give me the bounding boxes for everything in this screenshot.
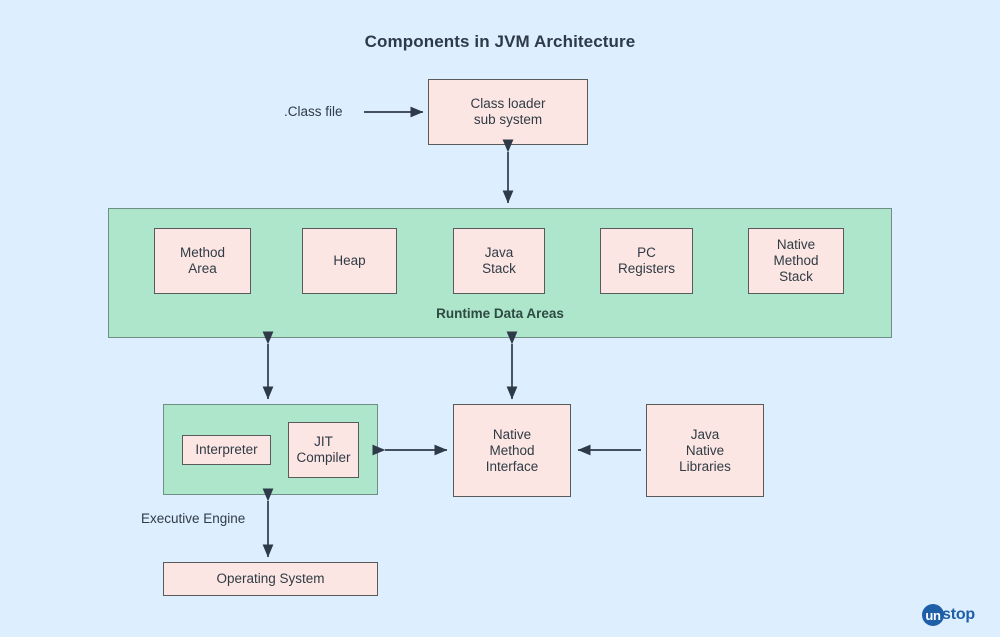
- runtime-data-areas-label: Runtime Data Areas: [436, 306, 564, 321]
- heap-box: Heap: [302, 228, 397, 294]
- page-title: Components in JVM Architecture: [364, 32, 636, 51]
- operating-system-box: Operating System: [163, 562, 378, 596]
- interpreter-box: Interpreter: [182, 435, 271, 465]
- jvm-architecture-diagram: Components in JVM Architecture .Class fi…: [0, 0, 1000, 637]
- method-area-box: Method Area: [154, 228, 251, 294]
- class-file-label: .Class file: [284, 104, 343, 119]
- unstop-logo-text: stop: [942, 606, 975, 623]
- native-method-stack-box: Native Method Stack: [748, 228, 844, 294]
- native-method-interface-box: Native Method Interface: [453, 404, 571, 497]
- class-loader-box: Class loader sub system: [428, 79, 588, 145]
- executive-engine-label: Executive Engine: [141, 511, 246, 526]
- jit-compiler-box: JIT Compiler: [288, 422, 359, 478]
- unstop-logo-mark: un: [922, 604, 944, 626]
- java-native-libraries-box: Java Native Libraries: [646, 404, 764, 497]
- pc-registers-box: PC Registers: [600, 228, 693, 294]
- java-stack-box: Java Stack: [453, 228, 545, 294]
- unstop-logo: un stop: [922, 602, 975, 628]
